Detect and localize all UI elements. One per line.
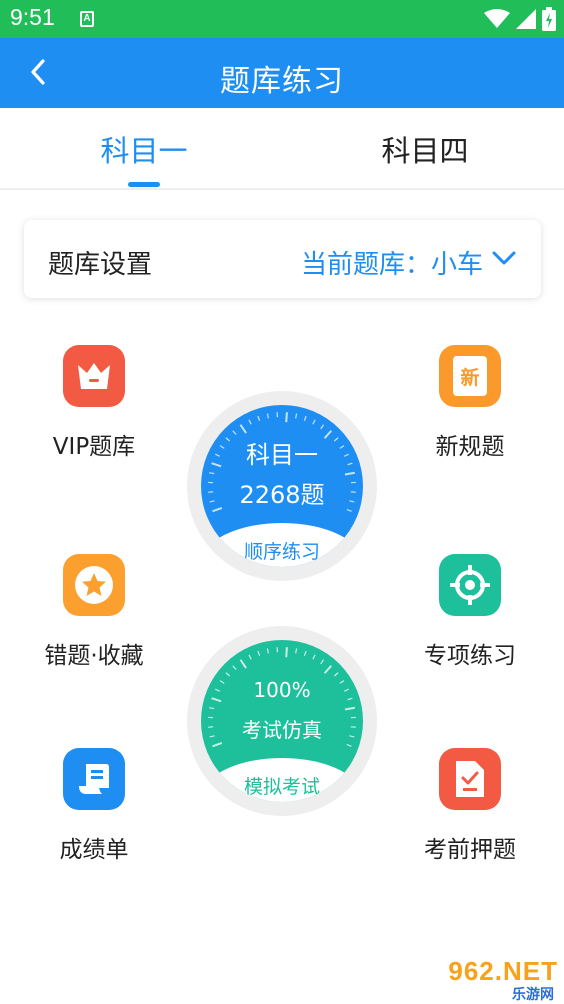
dial-tick (323, 665, 332, 674)
settings-label: 题库设置 (48, 250, 153, 280)
pre-exam-questions[interactable]: 考前押题 (385, 748, 555, 864)
vip-label: VIP题库 (52, 434, 136, 460)
page-title: 题库练习 (220, 64, 344, 99)
dial-tick (312, 654, 316, 660)
score-report[interactable]: 成绩单 (9, 748, 179, 864)
special-label: 专项练习 (424, 643, 516, 669)
new-rules[interactable]: 新 新规题 (385, 345, 555, 461)
vip-icon-box (63, 345, 125, 407)
dial-tick (295, 413, 298, 419)
mistakes-label: 错题·收藏 (44, 643, 144, 669)
crown-icon (78, 363, 110, 389)
site-watermark: 962.NET 乐游网 (426, 956, 558, 1003)
dial-tick (248, 419, 252, 425)
dial-tick (285, 647, 288, 658)
watermark-main: 962.NET (448, 956, 558, 986)
checklist-icon (456, 761, 484, 797)
sequential-dial-face: 科目一 2268题 顺序练习 (201, 405, 363, 567)
dial-tick (266, 648, 269, 654)
vip-question-bank[interactable]: VIP题库 (9, 345, 179, 461)
dial-tick (225, 672, 231, 677)
star-icon (75, 566, 113, 604)
target-icon (450, 565, 490, 605)
dial-tick (303, 415, 307, 421)
exam-dial-face: 100% 考试仿真 模拟考试 (201, 640, 363, 802)
dial-tick (209, 707, 215, 710)
dial-percent: 100% (253, 678, 311, 702)
dial-tick (320, 659, 325, 665)
dial-tick (257, 650, 261, 656)
dial-tick (248, 654, 252, 660)
dial-question-count: 2268题 (239, 481, 325, 509)
status-time: 9:51 (10, 4, 55, 30)
dial-tick (239, 659, 247, 669)
status-bar: 9:51 A (0, 0, 564, 38)
dial-tick (209, 472, 215, 475)
dial-tick (232, 665, 237, 670)
dial-tick (257, 415, 261, 421)
watermark-sub: 乐游网 (512, 987, 554, 1003)
dial-subject: 科目一 (246, 441, 318, 469)
dial-tick (320, 424, 325, 430)
subject-tabs: 科目一 科目四 (0, 108, 564, 190)
chevron-down-icon[interactable] (491, 248, 517, 268)
notification-icon: A (80, 11, 94, 27)
dial-tick (333, 672, 339, 677)
dial-tick (295, 648, 298, 654)
mock-exam-label: 模拟考试 (243, 776, 320, 798)
battery-icon (542, 7, 556, 31)
question-bank-settings[interactable]: 题库设置 当前题库：小车 (24, 220, 541, 298)
new-document-icon: 新 (453, 356, 487, 396)
mistakes-favorites[interactable]: 错题·收藏 (9, 554, 179, 670)
mistakes-icon-box (63, 554, 125, 616)
new-icon-text: 新 (460, 366, 480, 389)
app-bar: 题库练习 (0, 38, 564, 108)
sequential-practice-label: 顺序练习 (243, 541, 320, 563)
dial-tick (212, 741, 223, 748)
tab-subject-one[interactable]: 科目一 (44, 128, 244, 170)
dial-tick (346, 744, 352, 747)
dial-tick (312, 419, 316, 425)
signal-icon (516, 9, 536, 29)
new-rules-icon-box: 新 (439, 345, 501, 407)
pre-exam-icon-box (439, 748, 501, 810)
mock-exam-dial[interactable]: 100% 考试仿真 模拟考试 (187, 626, 377, 816)
wifi-icon (484, 9, 510, 28)
active-tab-indicator (128, 182, 160, 187)
dial-tick (344, 706, 355, 711)
new-rules-label: 新规题 (435, 434, 505, 460)
special-practice[interactable]: 专项练习 (385, 554, 555, 670)
status-icons (484, 6, 556, 32)
dial-tick (239, 424, 247, 434)
report-label: 成绩单 (59, 837, 129, 863)
dial-tick (303, 650, 307, 656)
current-bank-value[interactable]: 当前题库：小车 (301, 244, 483, 281)
dial-tick (266, 413, 269, 419)
dial-tick (285, 412, 288, 423)
sequential-practice-dial[interactable]: 科目一 2268题 顺序练习 (187, 391, 377, 581)
dial-tick (232, 430, 237, 435)
special-icon-box (439, 554, 501, 616)
pre-exam-label: 考前押题 (424, 837, 516, 863)
report-icon-box (63, 748, 125, 810)
tab-subject-four[interactable]: 科目四 (325, 128, 525, 170)
scroll-icon (79, 764, 109, 794)
dial-exam-subtitle: 考试仿真 (242, 718, 322, 742)
